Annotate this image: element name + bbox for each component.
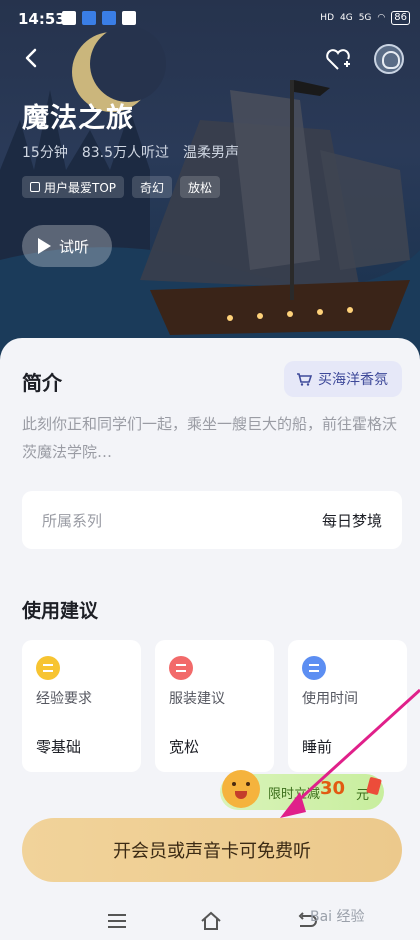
card-value: 零基础 bbox=[36, 738, 82, 756]
advice-card-experience: 经验要求 零基础 bbox=[22, 640, 141, 772]
network-left: 4G bbox=[340, 13, 353, 23]
wifi-icon: ◠ bbox=[377, 13, 386, 23]
avatar[interactable] bbox=[374, 44, 404, 74]
promo-amount: 30 bbox=[320, 778, 346, 799]
card-value: 睡前 bbox=[302, 738, 333, 756]
card-label: 使用时间 bbox=[302, 691, 358, 707]
card-value: 宽松 bbox=[169, 738, 200, 756]
home-icon[interactable] bbox=[200, 910, 222, 932]
app-notification-icon bbox=[82, 11, 96, 25]
tag-label: 用户最爱TOP bbox=[44, 180, 117, 195]
status-bar: 14:53 HD 4G 5G ◠ 86 bbox=[0, 0, 420, 40]
meta-info: 15分钟 83.5万人听过 温柔男声 bbox=[22, 142, 239, 162]
cart-icon bbox=[296, 372, 313, 386]
emoji-mascot-icon bbox=[222, 770, 260, 808]
status-time: 14:53 bbox=[18, 10, 66, 28]
status-right: HD 4G 5G ◠ 86 bbox=[320, 11, 410, 25]
series-value: 每日梦境 bbox=[321, 511, 382, 530]
tag-label: 放松 bbox=[188, 180, 213, 195]
shop-label: 买海洋香氛 bbox=[318, 372, 388, 388]
promo-badge: 限时立减 30 元 bbox=[220, 770, 384, 810]
tag-fantasy[interactable]: 奇幻 bbox=[132, 176, 173, 198]
advice-card-clothing: 服装建议 宽松 bbox=[155, 640, 274, 772]
experience-icon bbox=[36, 656, 60, 680]
lock-icon bbox=[30, 182, 40, 192]
network-right: 5G bbox=[358, 13, 372, 23]
advice-card-time: 使用时间 睡前 bbox=[288, 640, 407, 772]
back-icon[interactable] bbox=[20, 46, 44, 70]
membership-free-listen-button[interactable]: 开会员或声音卡可免费听 bbox=[22, 818, 402, 882]
series-row[interactable]: 所属系列 每日梦境 bbox=[22, 491, 402, 549]
watermark: Bai 经验 bbox=[310, 909, 365, 925]
clothing-icon bbox=[169, 656, 193, 680]
tag-top[interactable]: 用户最爱TOP bbox=[22, 176, 125, 198]
tag-relax[interactable]: 放松 bbox=[180, 176, 221, 198]
voice-type: 温柔男声 bbox=[183, 145, 239, 161]
preview-listen-button[interactable]: 试听 bbox=[22, 225, 112, 267]
intro-heading: 简介 bbox=[22, 371, 62, 395]
tag-label: 奇幻 bbox=[140, 180, 165, 195]
promo-text: 限时立减 bbox=[268, 787, 321, 802]
app-notification-icon bbox=[102, 11, 116, 25]
play-icon bbox=[38, 238, 51, 254]
notification-icons bbox=[62, 11, 136, 25]
duration: 15分钟 bbox=[22, 145, 68, 161]
clock-icon bbox=[302, 656, 326, 680]
menu-icon[interactable] bbox=[108, 914, 126, 928]
card-label: 经验要求 bbox=[36, 691, 92, 707]
buy-aroma-button[interactable]: 买海洋香氛 bbox=[284, 361, 402, 397]
listener-count: 83.5万人听过 bbox=[81, 145, 169, 161]
advice-heading: 使用建议 bbox=[22, 600, 99, 622]
intro-description: 此刻你正和同学们一起，乘坐一艘巨大的船，前往霍格沃茨魔法学院… bbox=[22, 415, 398, 461]
hd-icon: HD bbox=[320, 13, 334, 23]
card-label: 服装建议 bbox=[169, 691, 225, 707]
listen-label: 试听 bbox=[59, 237, 90, 256]
app-notification-icon bbox=[62, 11, 76, 25]
favorite-add-icon[interactable] bbox=[324, 46, 352, 74]
page-title: 魔法之旅 bbox=[22, 103, 134, 134]
app-notification-icon bbox=[122, 11, 136, 25]
advice-cards: 经验要求 零基础 服装建议 宽松 使用时间 睡前 bbox=[22, 640, 407, 772]
series-key: 所属系列 bbox=[42, 511, 103, 530]
tag-list: 用户最爱TOP 奇幻 放松 bbox=[22, 176, 221, 198]
battery-icon: 86 bbox=[391, 11, 410, 25]
red-tag-icon bbox=[366, 776, 382, 796]
